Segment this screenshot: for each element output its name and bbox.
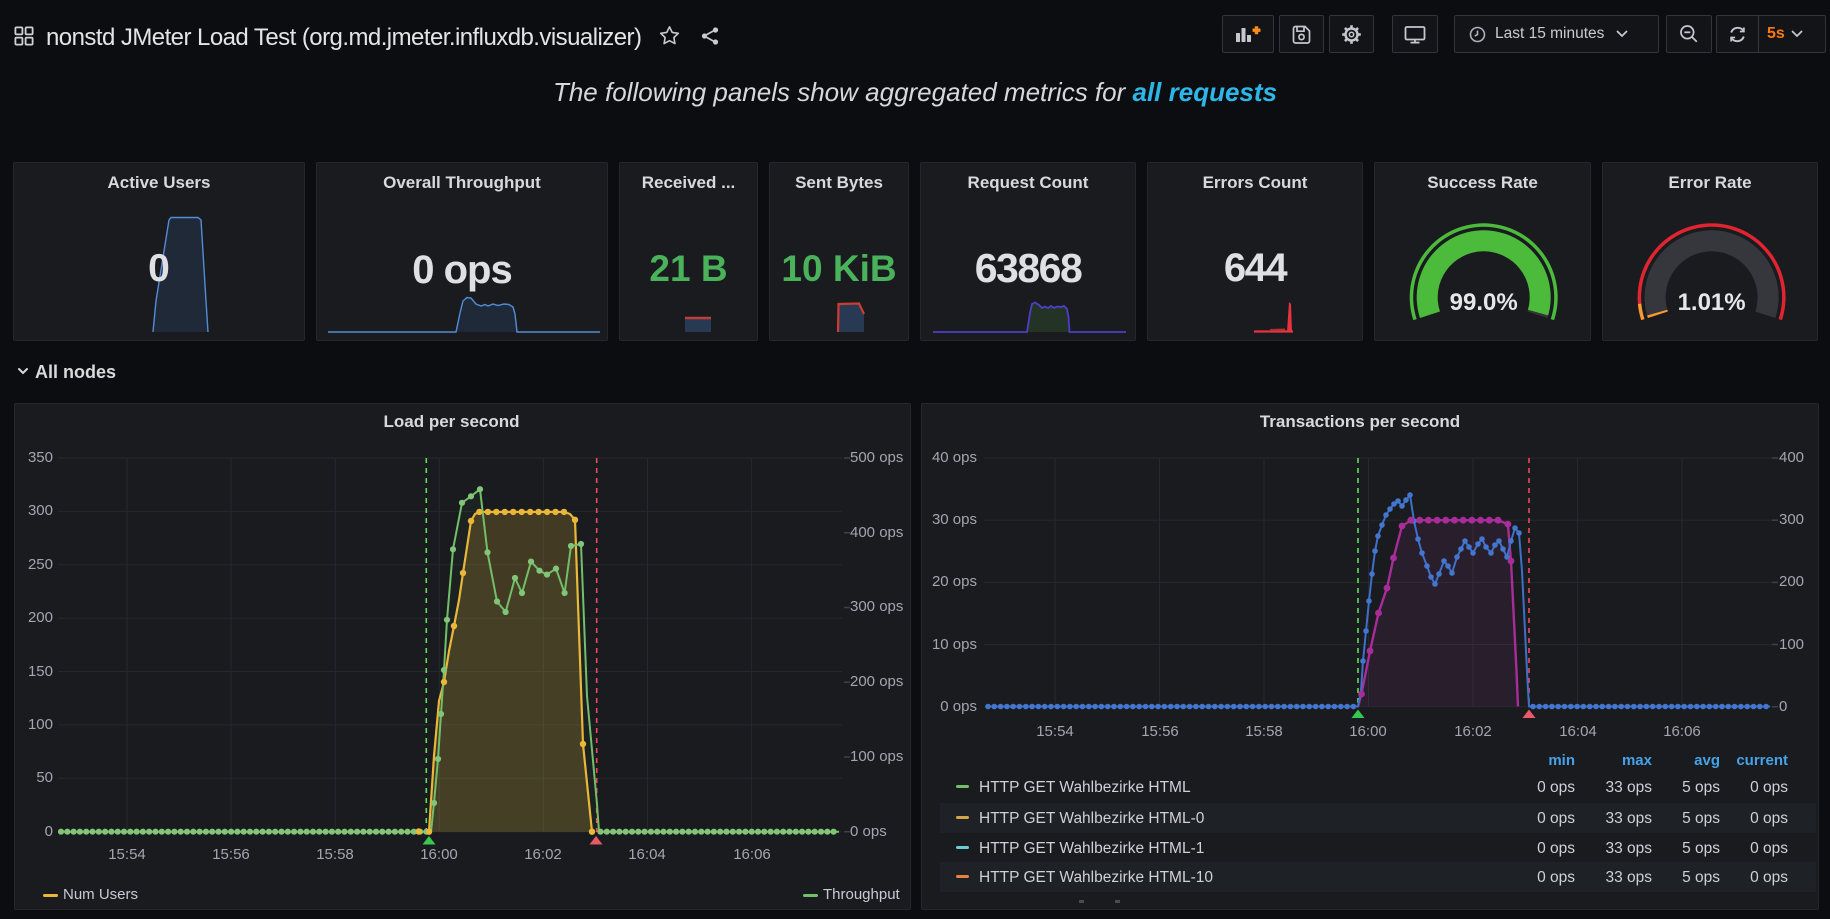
svg-text:1.01%: 1.01%: [1678, 289, 1746, 316]
svg-text:99.0%: 99.0%: [1450, 289, 1518, 316]
